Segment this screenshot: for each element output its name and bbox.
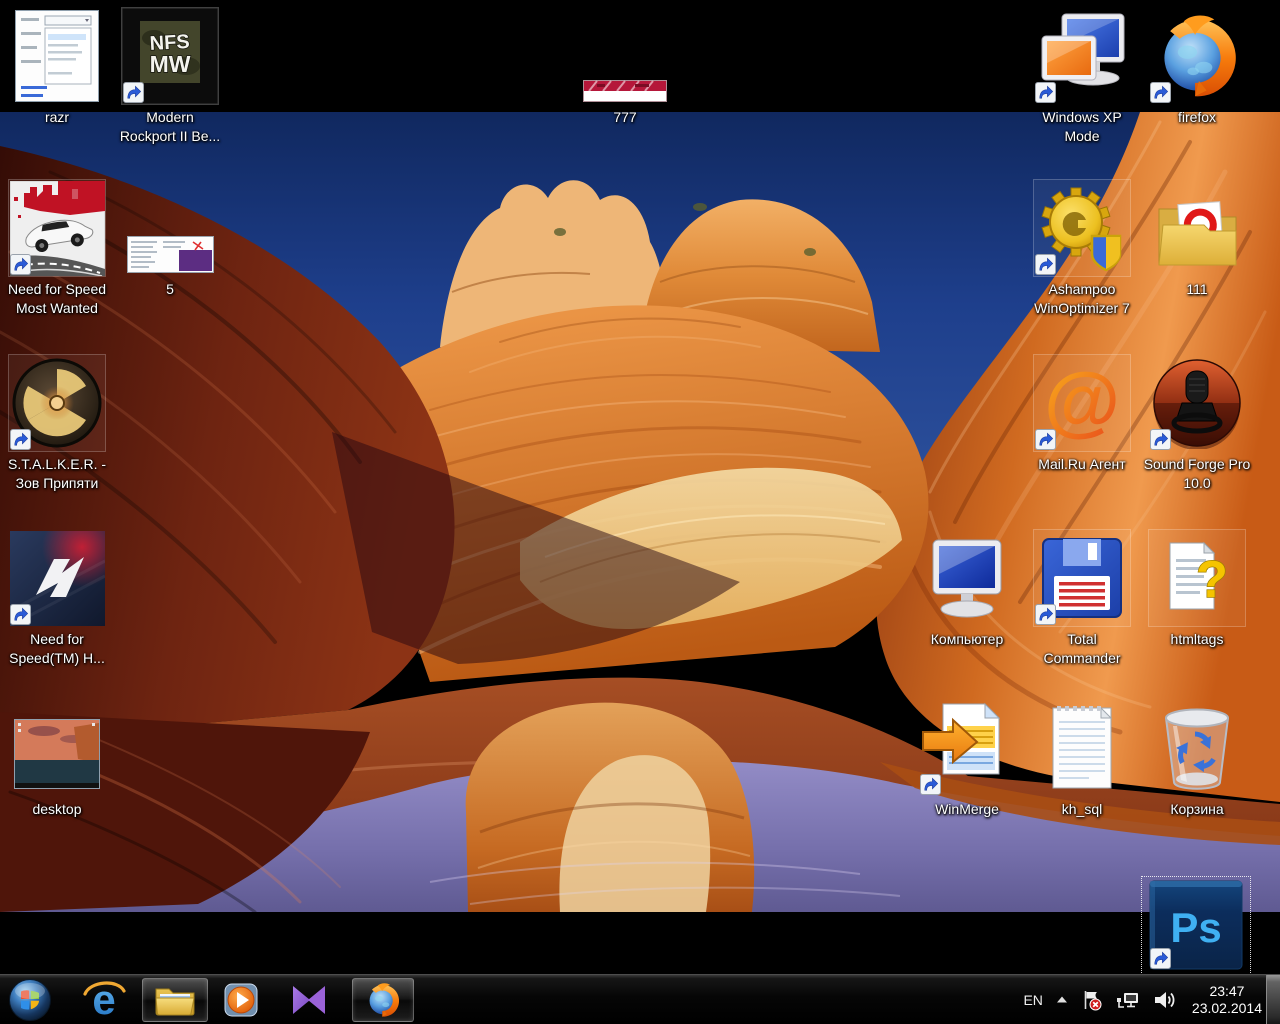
desktop-icon-total-commander[interactable]: TotalCommander [1024,530,1140,668]
tray-date: 23.02.2014 [1192,1000,1262,1017]
desktop-icon-nfs-most-wanted[interactable]: Need for SpeedMost Wanted [0,180,115,318]
taskbar: e [0,974,1280,1024]
icon-label: WinMerge [935,800,999,819]
icon-label: razr [45,108,69,127]
icon-label: Компьютер [931,630,1003,649]
icon-label: firefox [1178,108,1216,127]
shortcut-arrow-icon [920,774,941,795]
taskbar-kmplayer[interactable] [285,978,333,1021]
icon-label: htmltags [1171,630,1224,649]
desktop-icon-modern-rockport[interactable]: NFS MW ModernRockport II Be... [112,8,228,146]
icon-label: Windows XPMode [1042,108,1121,146]
desktop-icon-photoshop[interactable]: Ps [1141,876,1251,975]
icon-label: 777 [613,108,636,127]
svg-text:?: ? [1196,551,1228,609]
desktop-icon-nfs-hot-pursuit[interactable]: Need forSpeed(TM) H... [0,530,115,668]
start-button[interactable] [6,978,54,1021]
tray-time: 23:47 [1192,983,1262,1000]
shortcut-arrow-icon [1150,948,1171,969]
nfs-mw-graffiti-icon: NFS MW [122,8,218,104]
desktop-icon-desktop[interactable]: desktop [0,700,115,819]
taskbar-internet-explorer[interactable]: e [80,978,128,1021]
screenshot-thumbnail-icon [122,180,218,276]
desktop-icon-stalker[interactable]: S.T.A.L.K.E.R. -Зов Припяти [0,355,115,493]
icon-label: kh_sql [1062,800,1102,819]
desktop-icon-recycle-bin[interactable]: Корзина [1139,700,1255,819]
radiation-icon [9,355,105,451]
firefox-logo-icon [1149,8,1245,104]
language-indicator[interactable]: EN [1023,992,1042,1008]
compare-documents-icon [919,700,1015,796]
shortcut-arrow-icon [1035,82,1056,103]
desktop-icon-777[interactable]: 777 [567,8,683,127]
text-document-icon [1034,700,1130,796]
svg-text:MW: MW [150,51,191,77]
desktop-icon-razr[interactable]: razr [0,8,115,127]
icon-label: 111 [1186,280,1207,299]
floppy-disk-icon [1034,530,1130,626]
network-status-icon[interactable] [1116,989,1140,1011]
icon-label: Need for SpeedMost Wanted [8,280,106,318]
photoshop-icon: Ps [1149,880,1243,970]
desktop-icon-windows-xp-mode[interactable]: Windows XPMode [1024,8,1140,146]
desktop-screenshot-icon [9,700,105,796]
icon-label: Need forSpeed(TM) H... [9,630,105,668]
shortcut-arrow-icon [1035,254,1056,275]
gear-shield-icon [1034,180,1130,276]
volume-icon[interactable] [1153,989,1176,1011]
shortcut-arrow-icon [1150,429,1171,450]
icon-label: AshampooWinOptimizer 7 [1034,280,1130,318]
icon-label: 5 [166,280,174,299]
nfs-most-wanted-icon [9,180,105,276]
microphone-icon [1149,355,1245,451]
desktop-icon-mailru[interactable]: @ Mail.Ru Агент [1024,355,1140,474]
at-sign-icon: @ [1034,355,1130,451]
tray-clock[interactable]: 23:47 23.02.2014 [1192,983,1262,1017]
shortcut-arrow-icon [1035,604,1056,625]
icon-label: Mail.Ru Агент [1038,455,1125,474]
dual-monitor-icon [1034,8,1130,104]
system-tray: EN 23:47 23 [1023,975,1262,1024]
desktop-icon-5[interactable]: 5 [112,180,228,299]
shortcut-arrow-icon [10,254,31,275]
desktop-icon-htmltags[interactable]: ? htmltags [1139,530,1255,649]
razr-thumbnail-icon [9,8,105,104]
shortcut-arrow-icon [1035,429,1056,450]
shortcut-arrow-icon [1150,82,1171,103]
desktop-root[interactable]: razr NFS MW ModernRockport II Be... [0,0,1280,1024]
firefox-icon [364,981,402,1019]
desktop-icon-computer[interactable]: Компьютер [909,530,1025,649]
computer-monitor-icon [919,530,1015,626]
icon-label: Sound Forge Pro10.0 [1144,455,1251,493]
desktop-icon-kh-sql[interactable]: kh_sql [1024,700,1140,819]
desktop-icon-soundforge[interactable]: Sound Forge Pro10.0 [1139,355,1255,493]
icon-label: TotalCommander [1043,630,1120,668]
icon-label: desktop [32,800,81,819]
hidden-icons-arrow-icon[interactable] [1056,995,1068,1004]
help-file-icon: ? [1149,530,1245,626]
taskbar-windows-explorer[interactable] [142,978,208,1022]
shortcut-arrow-icon [123,82,144,103]
nfs-logo-icon [9,530,105,626]
icon-label: Корзина [1170,800,1223,819]
taskbar-windows-media-player[interactable] [217,978,265,1021]
icon-label: S.T.A.L.K.E.R. -Зов Припяти [8,455,106,493]
desktop-icon-winmerge[interactable]: WinMerge [909,700,1025,819]
taskbar-firefox[interactable] [352,978,414,1022]
action-center-flag-icon[interactable] [1081,989,1103,1011]
desktop-icon-ashampoo[interactable]: AshampooWinOptimizer 7 [1024,180,1140,318]
desktop-icon-folder-111[interactable]: 111 [1139,180,1255,299]
shortcut-arrow-icon [10,429,31,450]
shortcut-arrow-icon [10,604,31,625]
folder-icon [154,982,196,1018]
desktop-icon-firefox[interactable]: firefox [1139,8,1255,127]
show-desktop-button[interactable] [1266,975,1280,1024]
recycle-bin-icon [1149,700,1245,796]
777-thumbnail-icon [577,8,673,104]
svg-text:Ps: Ps [1170,904,1221,951]
icon-label: ModernRockport II Be... [120,108,220,146]
folder-with-images-icon [1149,180,1245,276]
